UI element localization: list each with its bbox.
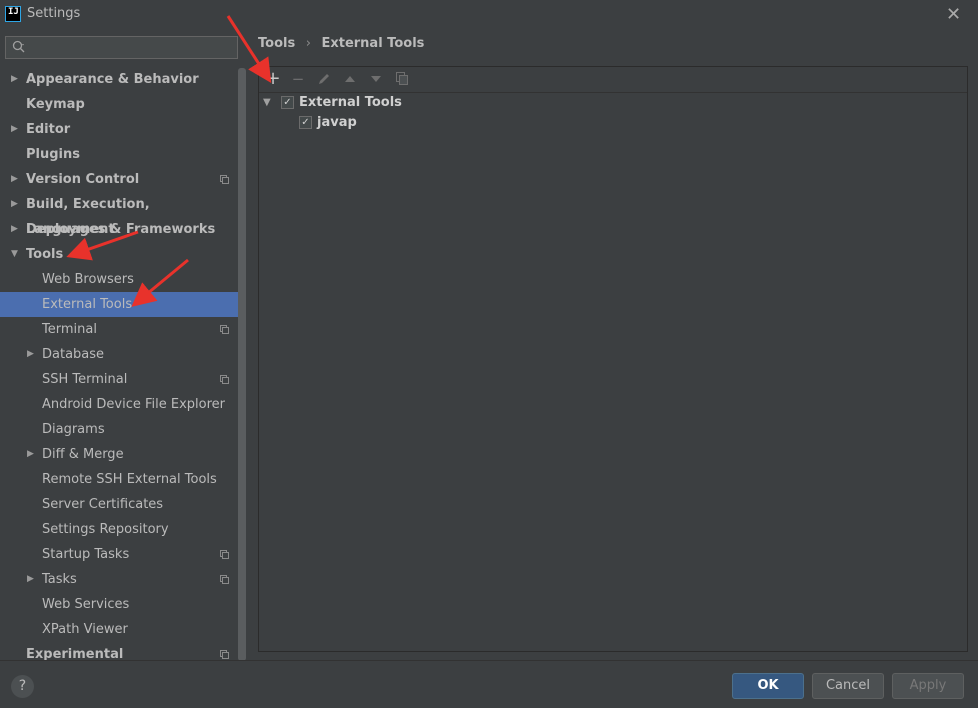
sidebar-item-build-execution-deployment[interactable]: ▶ Build, Execution, Deployment	[0, 192, 236, 237]
arrow-up-icon[interactable]	[341, 70, 359, 88]
search-icon	[12, 40, 25, 53]
sidebar-item-label: Editor	[26, 122, 71, 137]
sidebar-item-label: Server Certificates	[42, 497, 164, 512]
arrow-down-icon[interactable]	[367, 70, 385, 88]
intellij-app-icon: IJ	[5, 6, 21, 22]
sidebar-item-languages-frameworks[interactable]: ▶ Languages & Frameworks	[0, 217, 236, 242]
sidebar-item-ssh-terminal[interactable]: SSH Terminal	[0, 367, 236, 392]
tree-group-label: External Tools	[299, 95, 402, 110]
sidebar-item-plugins[interactable]: Plugins	[0, 142, 236, 167]
sidebar-scrollbar[interactable]	[238, 68, 246, 661]
sidebar-item-label: Web Services	[42, 597, 130, 612]
collapse-triangle-icon[interactable]: ▶	[27, 442, 34, 467]
title-bar: IJ Settings ✕	[0, 0, 978, 30]
tools-toolbar: + −	[259, 67, 967, 93]
project-settings-icon	[220, 175, 229, 184]
collapse-triangle-icon[interactable]: ▶	[27, 567, 34, 592]
sidebar-item-xpath-viewer[interactable]: XPath Viewer	[0, 617, 236, 642]
tree-group-external-tools[interactable]: ▼ ✓ External Tools	[263, 93, 463, 113]
sidebar-item-database[interactable]: ▶ Database	[0, 342, 236, 367]
apply-button[interactable]: Apply	[892, 673, 964, 699]
sidebar-item-label: Tasks	[42, 572, 77, 587]
collapse-triangle-icon[interactable]: ▶	[27, 342, 34, 367]
app-icon-text: IJ	[8, 7, 19, 17]
collapse-triangle-icon[interactable]: ▶	[11, 117, 18, 142]
sidebar-item-label: Database	[42, 347, 105, 362]
sidebar-item-tasks[interactable]: ▶ Tasks	[0, 567, 236, 592]
sidebar-item-diagrams[interactable]: Diagrams	[0, 417, 236, 442]
window-title: Settings	[27, 6, 81, 21]
plus-icon[interactable]: +	[264, 70, 282, 88]
sidebar-item-keymap[interactable]: Keymap	[0, 92, 236, 117]
sidebar-item-label: Keymap	[26, 97, 85, 112]
project-settings-icon	[220, 375, 229, 384]
settings-search-input[interactable]	[5, 36, 238, 59]
sidebar-item-label: Version Control	[26, 172, 140, 187]
sidebar-item-label: XPath Viewer	[42, 622, 128, 637]
external-tools-checkbox[interactable]: ✓	[281, 96, 294, 109]
sidebar-item-label: Settings Repository	[42, 522, 169, 537]
sidebar-item-settings-repository[interactable]: Settings Repository	[0, 517, 236, 542]
sidebar-item-label: Remote SSH External Tools	[42, 472, 217, 487]
sidebar-item-label: Experimental	[26, 647, 124, 662]
sidebar-item-remote-ssh-external-tools[interactable]: Remote SSH External Tools	[0, 467, 236, 492]
sidebar-item-diff-merge[interactable]: ▶ Diff & Merge	[0, 442, 236, 467]
expand-triangle-icon[interactable]: ▼	[11, 242, 18, 267]
project-settings-icon	[220, 575, 229, 584]
sidebar-item-external-tools[interactable]: External Tools	[0, 292, 246, 317]
project-settings-icon	[220, 550, 229, 559]
sidebar-item-label: External Tools	[42, 297, 133, 312]
close-icon[interactable]: ✕	[946, 4, 961, 25]
external-tools-panel: + − ▼ ✓ External Tools ✓ javap	[258, 66, 968, 652]
tree-item-label: javap	[317, 115, 357, 130]
cancel-button[interactable]: Cancel	[812, 673, 884, 699]
dialog-button-bar: ? OK Cancel Apply	[0, 660, 978, 708]
settings-sidebar: ▶ Appearance & Behavior Keymap ▶ Editor Plugi…	[0, 66, 246, 662]
sidebar-item-server-certificates[interactable]: Server Certificates	[0, 492, 236, 517]
sidebar-item-web-browsers[interactable]: Web Browsers	[0, 267, 236, 292]
minus-icon[interactable]: −	[289, 70, 307, 88]
sidebar-item-terminal[interactable]: Terminal	[0, 317, 236, 342]
sidebar-item-label: Android Device File Explorer	[42, 397, 225, 412]
breadcrumb-tools[interactable]: Tools	[258, 36, 295, 51]
expand-triangle-icon[interactable]: ▼	[263, 93, 271, 113]
sidebar-item-android-device-file-explorer[interactable]: Android Device File Explorer	[0, 392, 236, 417]
ok-button[interactable]: OK	[732, 673, 804, 699]
javap-checkbox[interactable]: ✓	[299, 116, 312, 129]
tree-item-javap[interactable]: ✓ javap	[281, 113, 431, 133]
collapse-triangle-icon[interactable]: ▶	[11, 67, 18, 92]
sidebar-item-editor[interactable]: ▶ Editor	[0, 117, 236, 142]
sidebar-item-tools[interactable]: ▼ Tools	[0, 242, 236, 267]
sidebar-item-label: SSH Terminal	[42, 372, 128, 387]
collapse-triangle-icon[interactable]: ▶	[11, 217, 18, 242]
sidebar-item-startup-tasks[interactable]: Startup Tasks	[0, 542, 236, 567]
sidebar-item-web-services[interactable]: Web Services	[0, 592, 236, 617]
breadcrumb: Tools › External Tools	[258, 36, 430, 51]
sidebar-item-label: Appearance & Behavior	[26, 72, 199, 87]
sidebar-item-label: Plugins	[26, 147, 80, 162]
breadcrumb-separator: ›	[305, 36, 311, 51]
breadcrumb-external-tools: External Tools	[321, 36, 425, 51]
sidebar-item-label: Tools	[26, 247, 64, 262]
sidebar-item-label: Diff & Merge	[42, 447, 124, 462]
sidebar-item-appearance-behavior[interactable]: ▶ Appearance & Behavior	[0, 67, 236, 92]
sidebar-item-label: Diagrams	[42, 422, 105, 437]
help-button[interactable]: ?	[11, 675, 34, 698]
sidebar-item-label: Web Browsers	[42, 272, 134, 287]
project-settings-icon	[220, 325, 229, 334]
copy-icon[interactable]	[393, 70, 411, 88]
pencil-icon[interactable]	[315, 70, 333, 88]
collapse-triangle-icon[interactable]: ▶	[11, 167, 18, 192]
sidebar-item-experimental[interactable]: Experimental	[0, 642, 236, 662]
collapse-triangle-icon[interactable]: ▶	[11, 192, 18, 217]
sidebar-item-label: Languages & Frameworks	[26, 222, 216, 237]
sidebar-item-label: Startup Tasks	[42, 547, 130, 562]
sidebar-item-label: Terminal	[42, 322, 97, 337]
sidebar-item-version-control[interactable]: ▶ Version Control	[0, 167, 236, 192]
project-settings-icon	[220, 650, 229, 659]
